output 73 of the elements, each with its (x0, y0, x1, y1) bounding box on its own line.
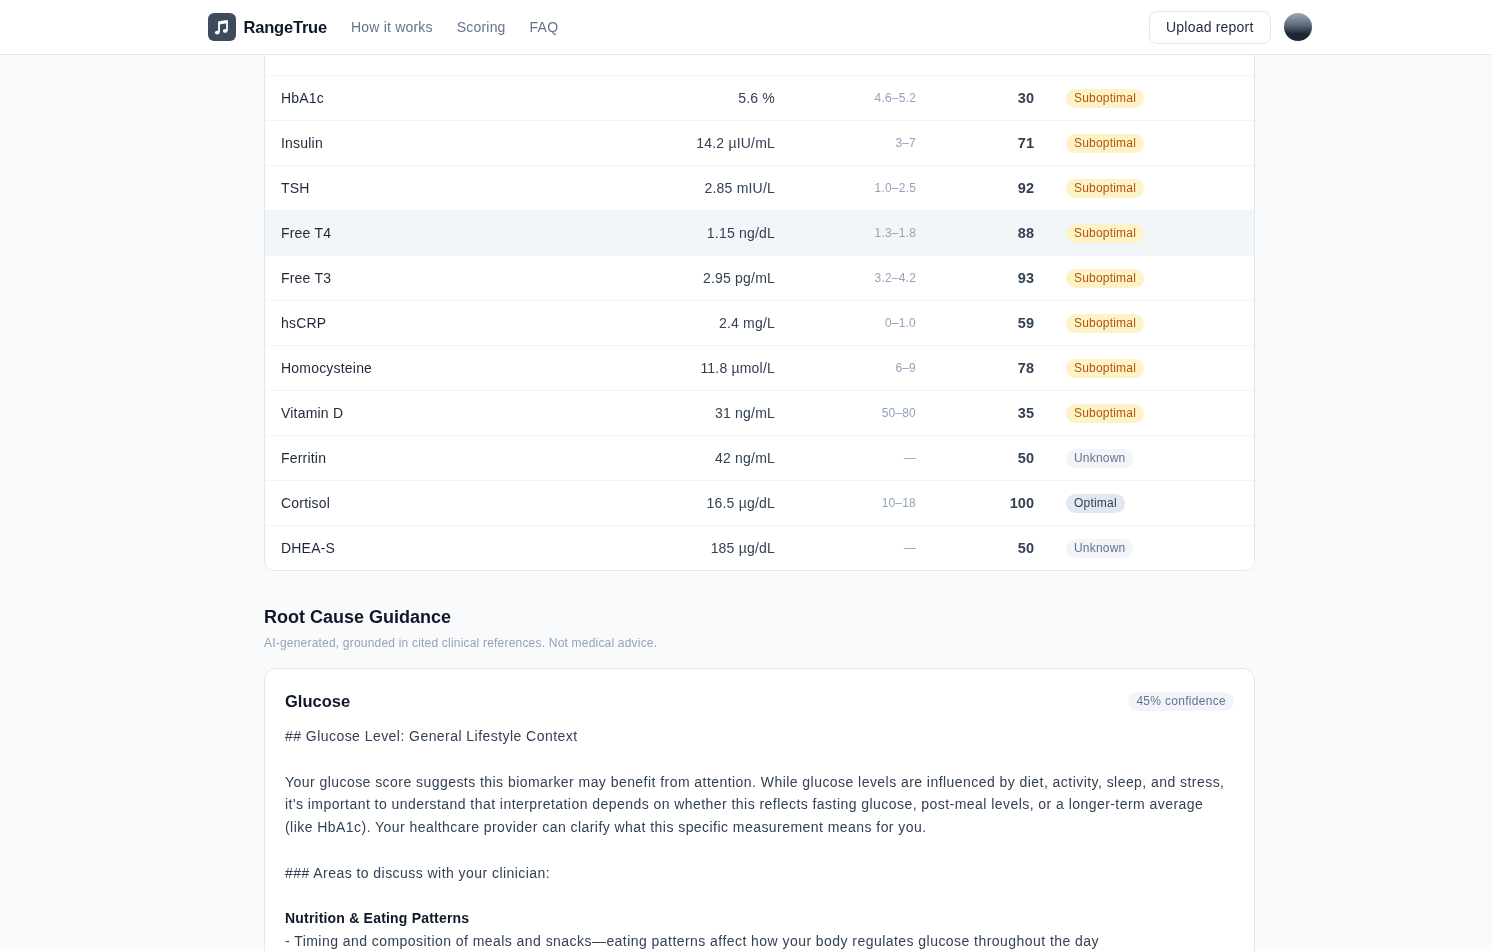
reference-range: — (903, 451, 916, 465)
reference-range: 50–80 (881, 406, 916, 420)
biomarker-name: hsCRP (281, 315, 327, 331)
confidence-badge: 45% confidence (1128, 691, 1234, 711)
guidance-text: Your glucose score suggests this biomarker may benefit from attention. While glucose levels are influenced by diet, activity, sleep, and stress, it's important to understand that interpretation depends on whether this reflects fasting glucose, post-meal levels, or a longer-term average (like HbA1c). Your healthcare provider can clarify what this specific measurement means for you. (285, 772, 1226, 837)
status-badge: Suboptimal (1066, 178, 1145, 198)
biomarker-name: Cortisol (281, 495, 331, 511)
reference-range: 0–1.0 (884, 316, 916, 330)
status-badge: Optimal (1066, 493, 1125, 513)
reference-range: 1.3–1.8 (874, 226, 916, 240)
biomarker-value: 2.85 mIU/L (704, 180, 775, 196)
status-badge: Suboptimal (1066, 403, 1145, 423)
biomarker-name: DHEA-S (281, 540, 336, 556)
reference-range: — (903, 541, 916, 555)
nav-link[interactable]: Scoring (456, 19, 506, 35)
guidance-subheading: Nutrition & Eating Patterns (285, 909, 471, 928)
biomarker-name: Homocysteine (281, 360, 373, 376)
biomarker-name: HbA1c (281, 90, 325, 106)
reference-range: 3–7 (895, 136, 916, 150)
status-badge: Suboptimal (1066, 133, 1145, 153)
biomarker-name: Free T4 (281, 225, 332, 241)
reference-range: 4.6–5.2 (874, 91, 916, 105)
score-value: 50 (1017, 450, 1034, 466)
music-note-icon[interactable] (207, 13, 236, 41)
table-row[interactable]: Free T4 1.15 ng/dL 1.3–1.8 88 Suboptimal (265, 210, 1254, 255)
biomarker-value: 31 ng/mL (715, 405, 775, 421)
status-badge: Unknown (1066, 538, 1134, 558)
score-value: 88 (1017, 225, 1034, 241)
reference-range: 6–9 (895, 361, 916, 375)
status-badge: Suboptimal (1066, 88, 1145, 108)
biomarker-value: 1.15 ng/dL (706, 225, 775, 241)
upload-report-button[interactable]: Upload report (1149, 10, 1271, 44)
score-value: 71 (1017, 135, 1034, 151)
guidance-card-title: Glucose (285, 691, 351, 712)
score-value: 78 (1017, 360, 1034, 376)
brand-name[interactable]: RangeTrue (243, 17, 327, 37)
score-value: 100 (1009, 495, 1034, 511)
table-row[interactable]: DHEA-S 185 µg/dL — 50 Unknown (265, 525, 1254, 570)
status-badge: Suboptimal (1066, 223, 1145, 243)
biomarker-name: TSH (281, 180, 310, 196)
biomarker-name: Ferritin (281, 450, 327, 466)
score-value: 92 (1017, 180, 1034, 196)
status-badge: Unknown (1066, 448, 1134, 468)
nav-link[interactable]: FAQ (529, 19, 559, 35)
score-value: 93 (1017, 270, 1034, 286)
reference-range: 10–18 (881, 496, 916, 510)
status-badge: Suboptimal (1066, 358, 1145, 378)
nav-link[interactable]: How it works (351, 19, 433, 35)
status-badge: Suboptimal (1066, 268, 1145, 288)
reference-range: 1.0–2.5 (874, 181, 916, 195)
score-value: 50 (1017, 540, 1034, 556)
avatar-placeholder[interactable] (1283, 13, 1312, 41)
biomarker-value: 16.5 µg/dL (706, 495, 775, 511)
biomarker-value: 42 ng/mL (715, 450, 775, 466)
biomarker-value: 14.2 µIU/mL (696, 135, 775, 151)
score-value: 30 (1017, 90, 1034, 106)
reference-range: 3.2–4.2 (874, 271, 916, 285)
score-value: 59 (1017, 315, 1034, 331)
biomarker-name: Free T3 (281, 270, 332, 286)
guidance-text: ### Areas to discuss with your clinician: (285, 863, 552, 883)
biomarker-name: Insulin (281, 135, 323, 151)
biomarker-value: 11.8 µmol/L (700, 360, 775, 376)
section-title: Root Cause Guidance (264, 606, 453, 629)
biomarker-value: 5.6 % (738, 90, 775, 106)
score-value: 35 (1017, 405, 1034, 421)
guidance-text: - Timing and composition of meals and snacks—eating patterns affect how your body regulates glucose throughout the day (285, 931, 1100, 951)
biomarker-value: 185 µg/dL (710, 540, 775, 556)
biomarker-name: Vitamin D (281, 405, 344, 421)
guidance-text: ## Glucose Level: General Lifestyle Context (285, 727, 579, 746)
section-subtitle: AI-generated, grounded in cited clinical references. Not medical advice. (264, 635, 659, 651)
biomarker-value: 2.4 mg/L (718, 315, 775, 331)
biomarker-value: 2.95 pg/mL (702, 270, 775, 286)
status-badge: Suboptimal (1066, 313, 1145, 333)
